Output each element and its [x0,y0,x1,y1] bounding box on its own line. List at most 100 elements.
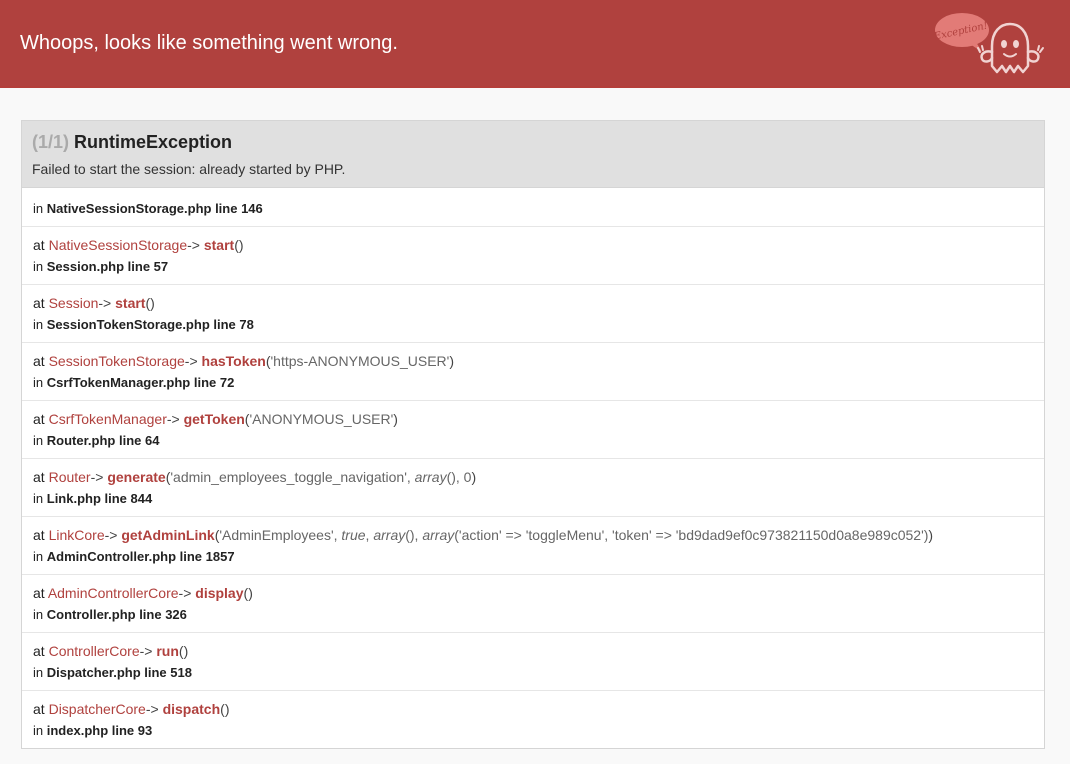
frame-close-paren: ) [393,411,398,427]
frame-close-paren: ) [248,585,253,601]
in-label: in [33,665,44,680]
at-label: at [33,701,45,717]
frame-location: in Router.php line 64 [33,432,1033,449]
frame-file: Session.php line 57 [46,259,169,274]
at-label: at [33,585,45,601]
frame-call: at NativeSessionStorage-> start() [33,236,1033,254]
exception-origin: in NativeSessionStorage.php line 146 [22,188,1044,226]
frame-arrow: -> [139,643,153,659]
at-label: at [33,469,45,485]
in-label: in [33,491,44,506]
frame-location: in AdminController.php line 1857 [33,548,1033,565]
frame-class: DispatcherCore [48,701,146,717]
frame-call: at CsrfTokenManager-> getToken('ANONYMOU… [33,410,1033,428]
frame-method: getAdminLink [121,527,215,543]
stack-frame: at CsrfTokenManager-> getToken('ANONYMOU… [22,400,1044,458]
frame-call: at LinkCore-> getAdminLink('AdminEmploye… [33,526,1033,544]
frame-file: SessionTokenStorage.php line 78 [46,317,254,332]
frame-call: at Router-> generate('admin_employees_to… [33,468,1033,486]
at-label: at [33,353,45,369]
frame-location: in CsrfTokenManager.php line 72 [33,374,1033,391]
frame-method: generate [107,469,166,485]
frame-class: CsrfTokenManager [48,411,167,427]
frame-arrow: -> [104,527,118,543]
frame-close-paren: ) [150,295,155,311]
stack-frame: at LinkCore-> getAdminLink('AdminEmploye… [22,516,1044,574]
in-label: in [33,259,44,274]
frame-arrow: -> [166,411,180,427]
frame-file: AdminController.php line 1857 [46,549,235,564]
exception-name: RuntimeException [74,132,233,152]
stack-frame: at SessionTokenStorage-> hasToken('https… [22,342,1044,400]
frame-call: at SessionTokenStorage-> hasToken('https… [33,352,1033,370]
stack-frame: at Session-> start() in SessionTokenStor… [22,284,1044,342]
frame-args: (), [405,527,423,543]
at-label: at [33,643,45,659]
in-label: in [33,607,44,622]
frame-args: (), 0 [446,469,472,485]
frame-call: at Session-> start() [33,294,1033,312]
frame-args: 'admin_employees_toggle_navigation', [170,469,415,485]
frame-args: 'ANONYMOUS_USER' [249,411,394,427]
error-header: Whoops, looks like something went wrong.… [0,0,1070,88]
frame-location: in index.php line 93 [33,722,1033,739]
frame-location: in SessionTokenStorage.php line 78 [33,316,1033,333]
frame-method: hasToken [201,353,266,369]
frame-close-paren: ) [928,527,934,543]
stack-frame: at ControllerCore-> run() in Dispatcher.… [22,632,1044,690]
frame-file: CsrfTokenManager.php line 72 [46,375,235,390]
frame-args-keyword: array [422,527,455,543]
frame-call: at ControllerCore-> run() [33,642,1033,660]
frame-arrow: -> [90,469,104,485]
in-label: in [33,549,44,564]
frame-class: SessionTokenStorage [48,353,185,369]
frame-method: dispatch [162,701,221,717]
frame-class: LinkCore [48,527,105,543]
exception-header: (1/1) RuntimeException Failed to start t… [22,121,1044,188]
frame-location: in Dispatcher.php line 518 [33,664,1033,681]
frame-file: index.php line 93 [46,723,153,738]
frame-args-keyword: array [373,527,406,543]
in-label: in [33,433,44,448]
frame-file: Controller.php line 326 [46,607,187,622]
frame-method: display [195,585,244,601]
frame-location: in Link.php line 844 [33,490,1033,507]
ghost-mascot-icon: Exception! [932,13,1044,74]
frame-close-paren: ) [449,353,454,369]
frame-call: at DispatcherCore-> dispatch() [33,700,1033,718]
frame-args-keyword: true [341,527,366,543]
in-label: in [33,723,44,738]
frame-arrow: -> [145,701,159,717]
exception-message: Failed to start the session: already sta… [32,161,346,177]
frame-close-paren: ) [183,643,189,659]
exception-count: (1/1) [32,132,70,152]
stack-frame: at AdminControllerCore-> display() in Co… [22,574,1044,632]
frame-args-keyword: array [414,469,447,485]
frame-location: in Session.php line 57 [33,258,1033,275]
frame-close-paren: ) [238,237,244,253]
frame-args: ('action' => 'toggleMenu', 'token' => 'b… [454,527,929,543]
page-title: Whoops, looks like something went wrong. [20,32,398,54]
frame-method: getToken [183,411,245,427]
frame-class: Router [48,469,91,485]
frame-file: Router.php line 64 [46,433,160,448]
frame-method: start [203,237,235,253]
frame-class: ControllerCore [48,643,140,659]
in-label: in [33,201,44,216]
frame-file: Dispatcher.php line 518 [46,665,192,680]
in-label: in [33,317,44,332]
frame-close-paren: ) [471,469,477,485]
frame-call: at AdminControllerCore-> display() [33,584,1033,602]
frame-close-paren: ) [224,701,230,717]
frame-file: Link.php line 844 [46,491,153,506]
exception-panel: (1/1) RuntimeException Failed to start t… [21,120,1045,749]
at-label: at [33,527,45,543]
stack-frame: at Router-> generate('admin_employees_to… [22,458,1044,516]
frame-class: Session [48,295,99,311]
frame-arrow: -> [178,585,192,601]
frame-class: AdminControllerCore [47,585,179,601]
frame-location: in Controller.php line 326 [33,606,1033,623]
frame-arrow: -> [184,353,198,369]
at-label: at [33,295,45,311]
frame-arrow: -> [187,237,200,253]
